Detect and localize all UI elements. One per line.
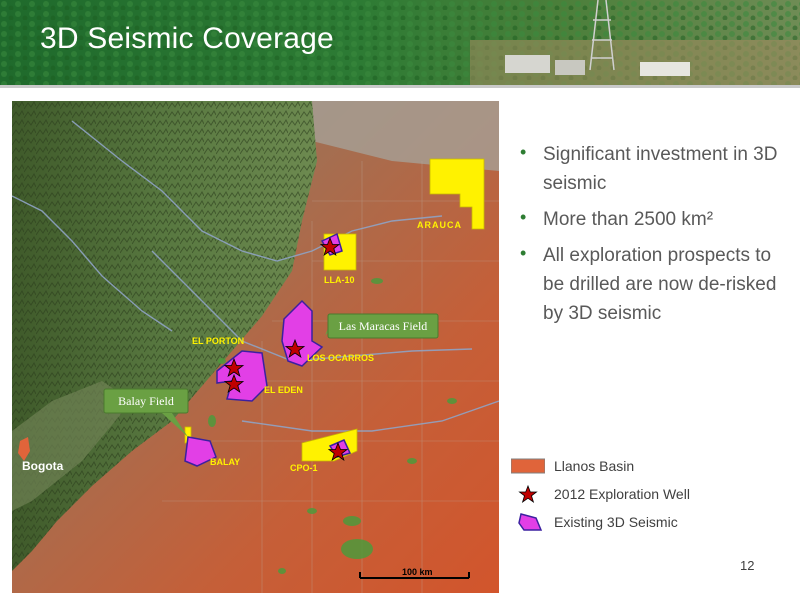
bullet-text: All exploration prospects to be drilled … <box>543 245 777 324</box>
header-banner: 3D Seismic Coverage <box>0 0 800 88</box>
legend-row-seismic: Existing 3D Seismic <box>511 512 678 532</box>
label-el-porton: EL PORTON <box>192 336 244 346</box>
scale-label: 100 km <box>402 567 433 577</box>
legend-row-basin: Llanos Basin <box>510 456 635 476</box>
label-el-eden: EL EDEN <box>264 385 303 395</box>
bullet-list: • Significant investment in 3D seismic • M… <box>520 140 795 335</box>
legend-well-label: 2012 Exploration Well <box>554 486 690 502</box>
legend-seismic-label: Existing 3D Seismic <box>554 514 678 530</box>
bullet-icon: • <box>520 207 527 227</box>
label-bogota: Bogota <box>22 459 64 473</box>
label-balay: BALAY <box>210 457 240 467</box>
label-cpo1: CPO-1 <box>290 463 318 473</box>
page-number: 12 <box>740 558 755 573</box>
seismic-map: ARAUCA LLA-10 EL PORTON LOS OCARROS EL E… <box>12 101 499 593</box>
bullet-item: • Significant investment in 3D seismic <box>520 140 795 198</box>
bullet-text: More than 2500 km² <box>543 209 714 230</box>
callout-balay-label: Balay Field <box>118 394 174 408</box>
callout-las-maracas-label: Las Maracas Field <box>339 319 428 333</box>
legend-row-well: 2012 Exploration Well <box>511 484 690 504</box>
bullet-icon: • <box>520 243 527 263</box>
bullet-text: Significant investment in 3D seismic <box>543 144 778 194</box>
label-arauca: ARAUCA <box>417 220 462 230</box>
callout-las-maracas: Las Maracas Field <box>325 313 439 339</box>
seismic-polygon-icon <box>511 512 545 532</box>
star-icon <box>511 484 545 504</box>
slide-title: 3D Seismic Coverage <box>40 22 334 55</box>
legend-basin-label: Llanos Basin <box>554 458 635 474</box>
label-los-ocarros: LOS OCARROS <box>307 353 374 363</box>
label-lla10: LLA-10 <box>324 275 355 285</box>
bullet-item: • More than 2500 km² <box>520 205 795 234</box>
basin-swatch-icon <box>510 456 546 476</box>
bullet-item: • All exploration prospects to be drilled… <box>520 241 795 328</box>
bullet-icon: • <box>520 142 527 162</box>
